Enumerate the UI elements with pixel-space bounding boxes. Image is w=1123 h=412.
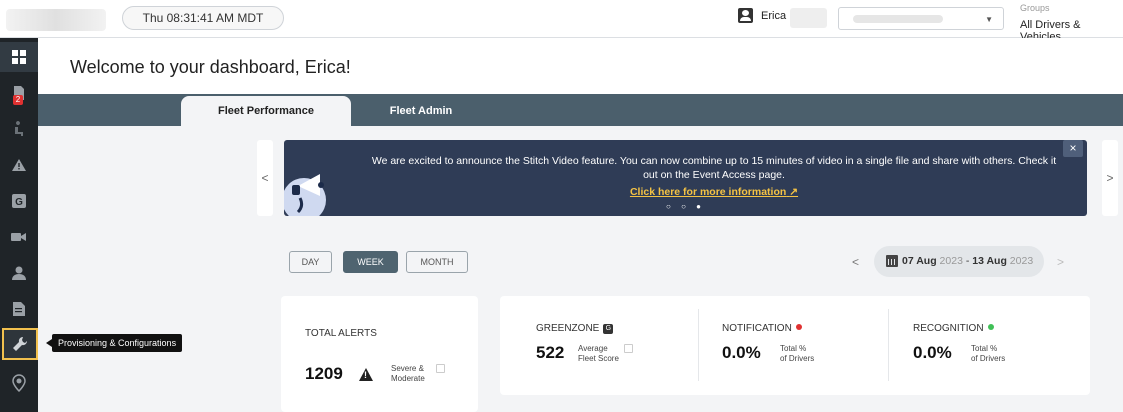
date-start-year: 2023 [939,255,963,267]
external-link-icon[interactable] [436,364,445,373]
company-logo [6,9,106,31]
notification-desc-line2: of Drivers [780,354,815,363]
total-alerts-label: TOTAL ALERTS [305,328,377,339]
external-link-icon: ↗ [789,186,799,198]
calendar-icon [886,255,898,267]
clock-display: Thu 08:31:41 AM MDT [122,6,284,30]
date-end: 13 Aug [972,255,1007,267]
chevron-left-icon: < [852,255,860,269]
date-prev-button[interactable]: < [852,255,859,269]
report-icon [13,302,25,316]
video-camera-icon [11,233,26,241]
status-dot-red-icon [795,324,802,330]
notification-badge: 2 [13,95,23,105]
date-end-year: 2023 [1009,255,1034,267]
status-dot-green-icon [987,324,994,330]
warning-icon [12,159,26,171]
greenzone-desc: Average Fleet Score [578,344,619,364]
account-value-redacted [853,15,943,23]
carousel-prev-button[interactable]: < [257,140,273,216]
greenzone-value: 522 [536,343,565,362]
total-alerts-value: 1209 [305,364,343,383]
greenzone-label: GREENZONE G [536,323,614,334]
greenzone-desc-line1: Average [578,344,608,353]
chevron-right-icon: > [1106,171,1114,185]
user-detail-redacted [790,8,827,28]
sidebar: 2 G [0,38,38,412]
sidebar-item-alerts[interactable] [0,150,38,180]
grid-icon [12,50,26,64]
sidebar-item-reports[interactable]: 2 [0,78,38,108]
chevron-right-icon: > [1057,255,1065,269]
tab-fleet-performance[interactable]: Fleet Performance [181,96,351,126]
sidebar-item-provisioning[interactable] [2,328,38,360]
close-icon[interactable]: × [1063,140,1083,157]
recognition-value: 0.0% [913,343,952,362]
recognition-desc: Total % of Drivers [971,344,1005,364]
map-pin-icon [12,374,26,392]
sidebar-item-greenzone[interactable]: G [0,186,38,216]
chevron-down-icon: ▼ [985,15,993,24]
user-icon[interactable] [738,8,753,23]
notification-label-text: NOTIFICATION [722,323,792,334]
recognition-label: RECOGNITION [913,323,994,334]
date-range-picker[interactable]: 07 Aug 2023 - 13 Aug 2023 [874,246,1044,277]
period-day-button[interactable]: DAY [289,251,332,273]
banner-link-text[interactable]: Click here for more information [630,186,786,198]
sidebar-item-users[interactable] [0,258,38,288]
total-alerts-card: TOTAL ALERTS 1209 Severe & Moderate [281,296,478,412]
notification-desc: Total % of Drivers [780,344,814,364]
user-icon [12,266,26,280]
warning-icon [359,368,373,381]
scores-card: GREENZONE G 522 Average Fleet Score NOTIF… [500,296,1090,395]
user-name[interactable]: Erica [761,10,786,22]
sidebar-item-documents[interactable] [0,294,38,324]
recognition-desc-line2: of Drivers [971,354,1006,363]
recognition-desc-line1: Total % [971,344,998,353]
tab-fleet-admin[interactable]: Fleet Admin [361,96,481,126]
carousel-dots[interactable]: ○ ○ ● [284,202,1087,211]
external-link-icon[interactable] [624,344,633,353]
greenzone-icon: G [603,324,614,334]
svg-text:G: G [15,197,23,208]
period-week-button[interactable]: WEEK [343,251,398,273]
sidebar-item-location[interactable] [0,368,38,398]
sidebar-tooltip: Provisioning & Configurations [45,334,183,352]
sidebar-item-dashboard[interactable] [0,42,38,72]
welcome-header: Welcome to your dashboard, Erica! [38,38,1123,94]
date-separator: - [962,255,973,267]
groups-label: Groups [1020,3,1050,13]
greenzone-desc-line2: Fleet Score [578,354,619,363]
notification-label: NOTIFICATION [722,323,802,334]
recognition-label-text: RECOGNITION [913,323,984,334]
wrench-icon [13,336,28,351]
divider [698,309,699,381]
announcement-banner: We are excited to announce the Stitch Vi… [284,140,1087,216]
notification-desc-line1: Total % [780,344,807,353]
page-title: Welcome to your dashboard, Erica! [70,57,351,77]
tab-bar: Fleet Performance Fleet Admin [38,94,1123,126]
greenzone-label-text: GREENZONE [536,323,600,334]
chevron-left-icon: < [261,171,269,185]
total-alerts-desc-line2: Moderate [391,374,425,383]
account-select[interactable]: ▼ [838,7,1004,30]
banner-link[interactable]: Click here for more information ↗ [364,186,1064,198]
period-month-button[interactable]: MONTH [406,251,468,273]
total-alerts-desc-line1: Severe & [391,364,424,373]
sidebar-item-drivers[interactable] [0,114,38,144]
notification-value: 0.0% [722,343,761,362]
top-bar: Thu 08:31:41 AM MDT Erica ▼ Groups All D… [0,0,1123,43]
divider [888,309,889,381]
date-next-button[interactable]: > [1057,255,1064,269]
date-start: 07 Aug [902,255,937,267]
sidebar-item-video[interactable] [0,222,38,252]
carousel-next-button[interactable]: > [1102,140,1118,216]
banner-message: We are excited to announce the Stitch Vi… [371,155,1057,181]
seat-icon [15,121,23,136]
greenzone-icon: G [12,194,26,208]
total-alerts-desc: Severe & Moderate [391,364,425,384]
